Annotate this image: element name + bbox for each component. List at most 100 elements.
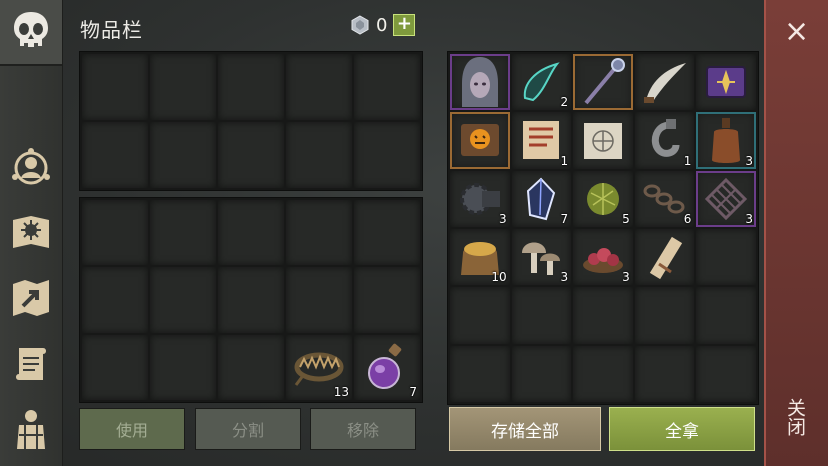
loot-slot-gear[interactable]: 3 <box>450 170 510 227</box>
loot-slot[interactable] <box>696 228 756 286</box>
backpack-icon <box>17 410 45 449</box>
inventory-slot[interactable] <box>218 54 284 120</box>
inventory-slot[interactable] <box>286 54 352 120</box>
loot-grid: 2 1 1 3 3 7 5 6 3 10 3 3 <box>447 51 759 405</box>
loot-slot-chain[interactable]: 6 <box>634 170 695 227</box>
loot-slot-sword[interactable] <box>634 54 695 111</box>
inventory-grid-bottom: 13 7 <box>79 197 423 403</box>
inventory-slot-potion[interactable]: 7 <box>354 334 420 400</box>
skull-icon <box>14 12 48 47</box>
spellbook-icon <box>706 66 747 99</box>
loot-slot[interactable] <box>511 345 572 402</box>
close-icon[interactable]: × <box>784 17 809 47</box>
item-count: 3 <box>498 211 507 226</box>
inventory-slot[interactable] <box>82 122 148 188</box>
leather-flask-icon <box>712 118 741 164</box>
map-icon <box>13 280 49 316</box>
loot-slot-hook[interactable]: 1 <box>634 112 695 169</box>
inventory-slot[interactable] <box>150 334 216 400</box>
remove-button[interactable]: 移除 <box>310 408 416 450</box>
inventory-slot[interactable] <box>150 122 216 188</box>
inventory-slot[interactable] <box>82 267 148 333</box>
staff-icon <box>584 58 625 105</box>
blueprint-icon <box>583 123 622 160</box>
loot-slot[interactable] <box>511 287 572 344</box>
loot-slot[interactable] <box>450 345 510 402</box>
loot-slot[interactable] <box>573 287 633 344</box>
inventory-slot[interactable] <box>286 122 352 188</box>
mushroom-icon <box>522 242 561 276</box>
nav-tab-skull[interactable] <box>0 0 62 66</box>
grate-icon <box>705 177 748 220</box>
hooded-figure-icon <box>461 57 498 108</box>
loot-slot-grate[interactable]: 3 <box>696 170 756 227</box>
loot-slot-scroll[interactable] <box>634 228 695 286</box>
inventory-slot[interactable] <box>218 334 284 400</box>
chain-icon <box>643 184 685 214</box>
inventory-slot[interactable] <box>286 267 352 333</box>
loot-slot-recipe[interactable]: 1 <box>511 112 572 169</box>
loot-slot-staff[interactable] <box>573 54 633 111</box>
nav-tab-character[interactable] <box>8 145 54 191</box>
quest-scroll-icon <box>16 348 46 380</box>
inventory-slot[interactable] <box>218 267 284 333</box>
loot-slot-pumpkin-book[interactable] <box>450 112 510 169</box>
loot-slot-berries[interactable]: 3 <box>573 228 633 286</box>
loot-slot[interactable] <box>696 345 756 402</box>
inventory-slot[interactable] <box>82 334 148 400</box>
loot-slot-crystal[interactable]: 7 <box>511 170 572 227</box>
inventory-slot[interactable] <box>286 200 352 266</box>
inventory-slot-trap[interactable]: 13 <box>286 334 352 400</box>
item-count: 3 <box>622 270 630 285</box>
inventory-slot[interactable] <box>218 200 284 266</box>
inventory-slot[interactable] <box>354 200 420 266</box>
nav-tab-equipment[interactable] <box>8 406 54 452</box>
inventory-slot[interactable] <box>354 122 420 188</box>
loot-slot[interactable] <box>450 287 510 344</box>
item-count: 5 <box>622 211 630 226</box>
inventory-grid-top <box>79 51 423 191</box>
nav-tab-recipes[interactable] <box>8 209 54 255</box>
close-panel[interactable]: × 关闭 <box>764 0 828 466</box>
loot-slot[interactable] <box>696 287 756 344</box>
close-label: 关闭 <box>784 398 806 436</box>
loot-slot-claw[interactable]: 2 <box>511 54 572 111</box>
loot-slot-bottle[interactable]: 3 <box>696 112 756 169</box>
loot-slot-grass[interactable]: 5 <box>573 170 633 227</box>
inventory-slot[interactable] <box>150 54 216 120</box>
potion-icon <box>368 344 402 390</box>
loot-slot[interactable] <box>573 345 633 402</box>
inventory-slot[interactable] <box>354 267 420 333</box>
loot-slot-grain[interactable]: 10 <box>450 228 510 286</box>
recipe-book-icon <box>13 216 49 248</box>
character-icon <box>12 148 50 185</box>
item-count: 10 <box>491 270 507 285</box>
loot-slot[interactable] <box>634 345 695 402</box>
loot-slot-blueprint[interactable] <box>573 112 633 169</box>
inventory-slot[interactable] <box>82 54 148 120</box>
inventory-slot[interactable] <box>150 200 216 266</box>
gear-part-icon <box>459 182 500 215</box>
take-all-button[interactable]: 全拿 <box>609 407 755 451</box>
item-count: 3 <box>560 270 569 285</box>
split-button[interactable]: 分割 <box>195 408 301 450</box>
loot-slot-book[interactable] <box>696 54 756 111</box>
store-all-button[interactable]: 存储全部 <box>449 407 601 451</box>
use-button[interactable]: 使用 <box>79 408 185 450</box>
inventory-slot[interactable] <box>354 54 420 120</box>
inventory-slot[interactable] <box>218 122 284 188</box>
loot-slot[interactable] <box>634 287 695 344</box>
iron-hook-icon <box>651 119 680 158</box>
item-count: 3 <box>745 153 753 168</box>
inventory-slot[interactable] <box>150 267 216 333</box>
item-count: 7 <box>409 385 417 399</box>
item-count: 1 <box>560 153 569 168</box>
page-title: 物品栏 <box>80 18 143 42</box>
inventory-slot[interactable] <box>82 200 148 266</box>
side-nav <box>0 0 63 466</box>
nav-tab-quests[interactable] <box>8 341 54 387</box>
loot-slot-mushroom[interactable]: 3 <box>511 228 572 286</box>
nav-tab-map[interactable] <box>8 275 54 321</box>
add-currency-button[interactable]: + <box>393 14 416 36</box>
loot-slot-hood[interactable] <box>450 54 510 111</box>
